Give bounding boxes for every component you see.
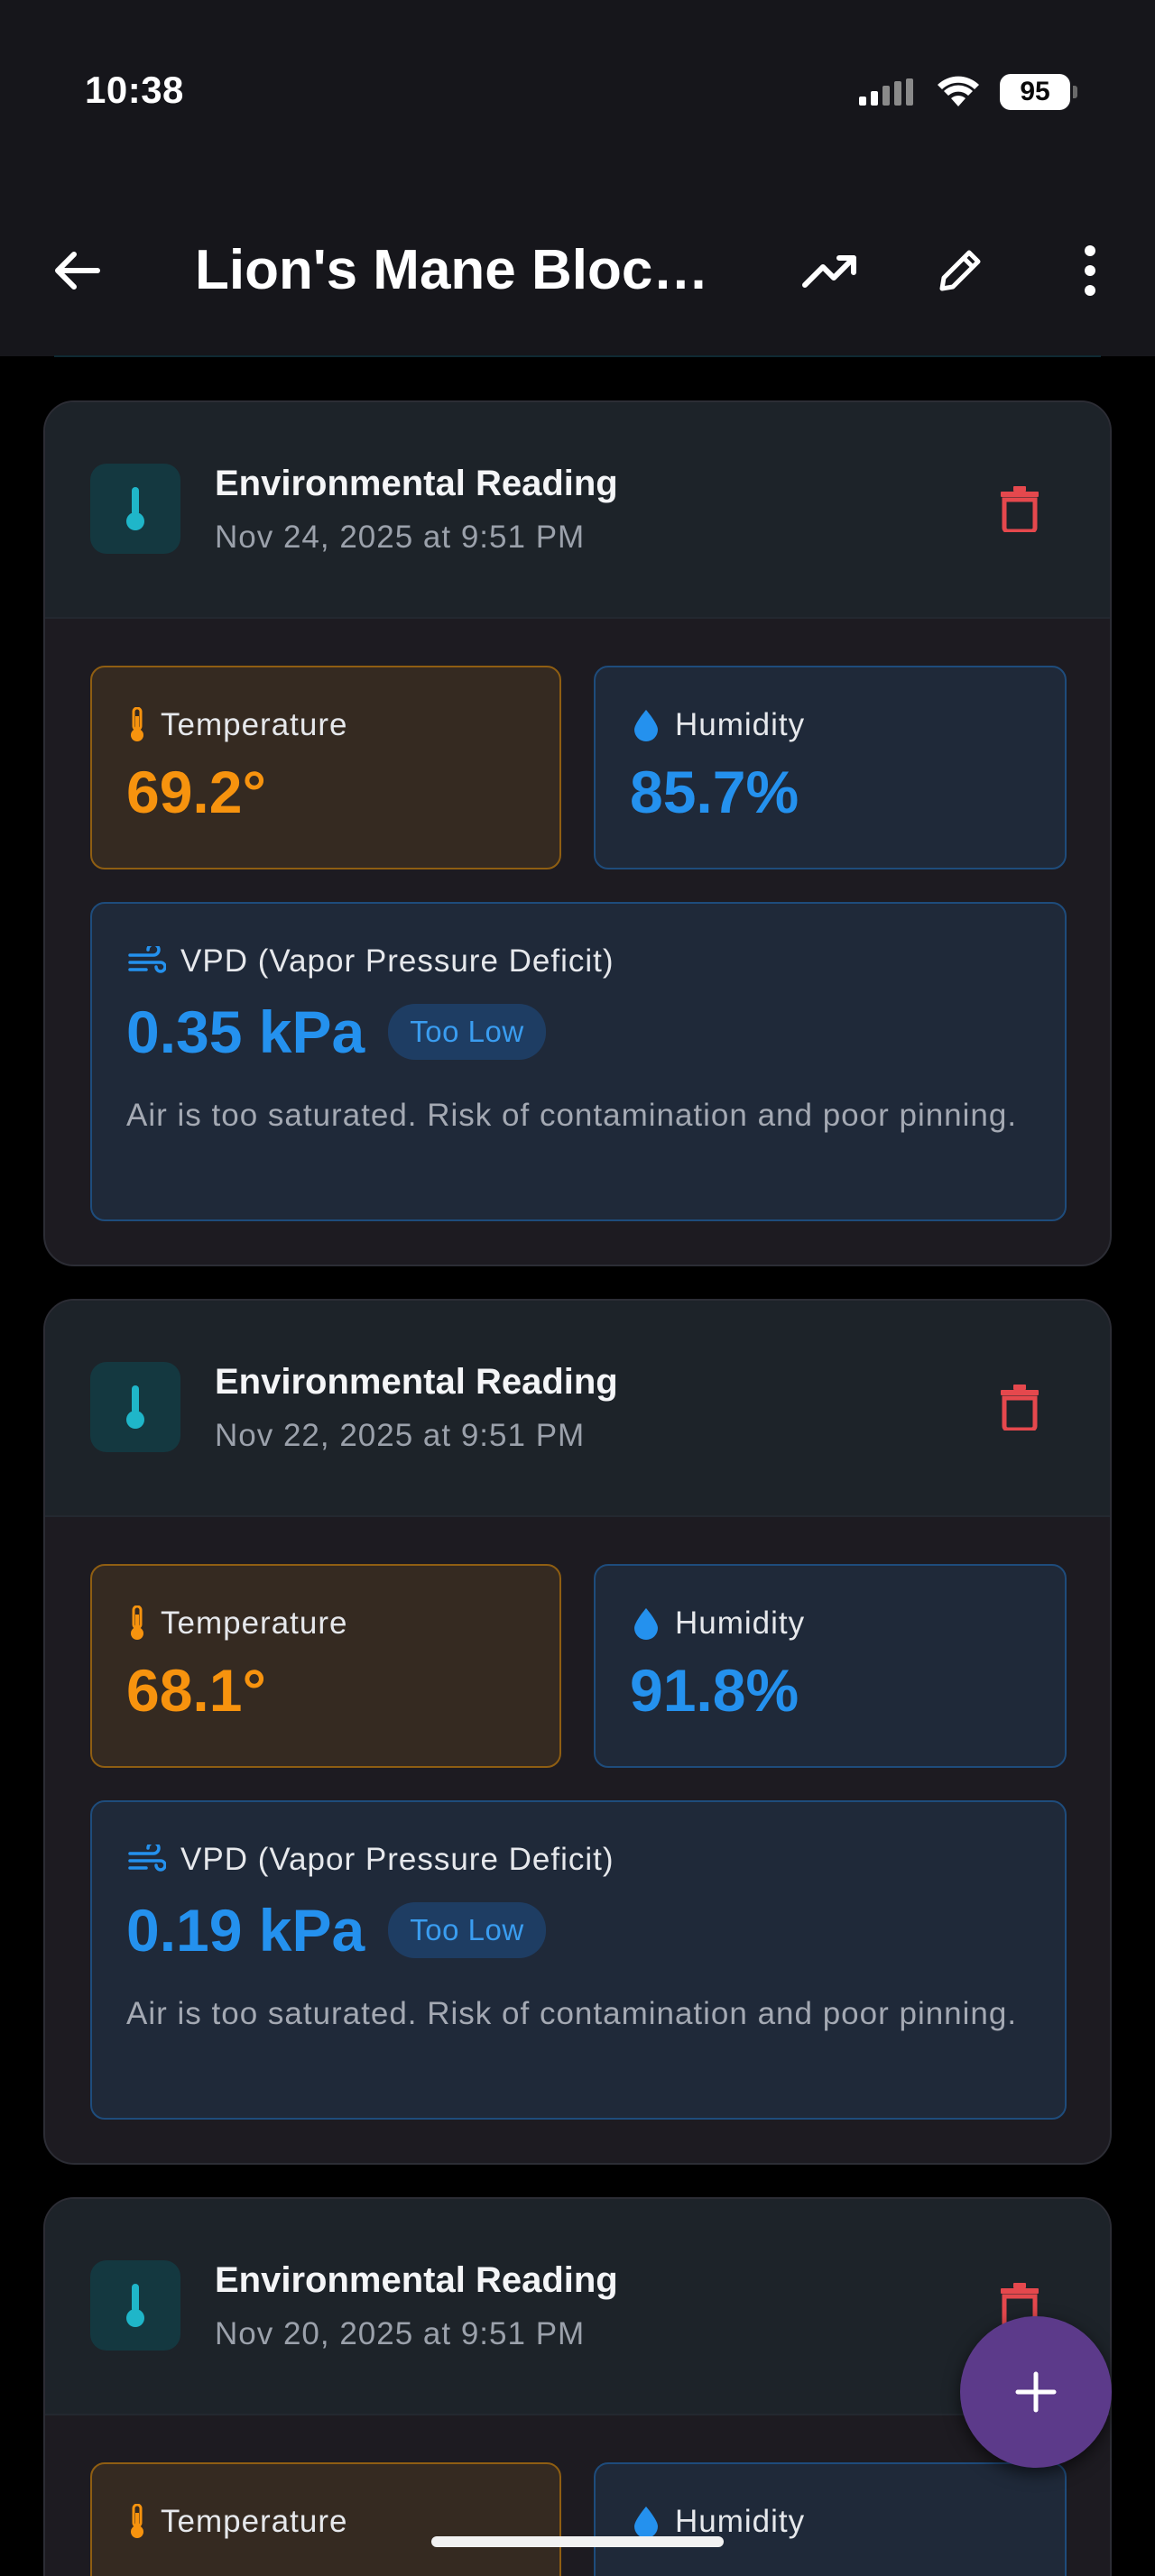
wind-icon: [128, 1845, 166, 1872]
arrow-left-icon: [55, 252, 100, 290]
thermometer-icon: [131, 2504, 143, 2538]
humidity-tile: Humidity 91.8%: [594, 1564, 1067, 1768]
page-title: Lion's Mane Block…: [195, 239, 718, 301]
vpd-tile: VPD (Vapor Pressure Deficit) 0.35 kPa To…: [90, 902, 1067, 1221]
thermometer-icon: [126, 2284, 144, 2327]
water-drop-icon: [634, 2507, 658, 2538]
thermometer-badge: [90, 1362, 180, 1452]
reading-card: Environmental Reading Nov 20, 2025 at 9:…: [43, 2197, 1112, 2576]
vpd-description: Air is too saturated. Risk of contaminat…: [126, 1996, 1018, 2031]
battery-icon: 95: [1000, 74, 1077, 110]
wind-icon: [128, 946, 166, 973]
more-menu-button[interactable]: [1058, 238, 1123, 303]
vpd-status-badge: Too Low: [388, 1004, 546, 1060]
humidity-tile: Humidity: [594, 2462, 1067, 2576]
back-button[interactable]: [45, 239, 108, 302]
thermometer-icon: [131, 1605, 143, 1640]
temperature-value: 68.1°: [126, 1657, 266, 1724]
top-bar: 10:38 95 Lion's Mane Block…: [0, 0, 1155, 357]
delete-button[interactable]: [985, 474, 1054, 543]
thermometer-icon: [131, 707, 143, 741]
humidity-value: 91.8%: [630, 1657, 799, 1724]
humidity-label: Humidity: [675, 2504, 806, 2539]
trash-icon: [1001, 1385, 1039, 1431]
vpd-description: Air is too saturated. Risk of contaminat…: [126, 1098, 1018, 1133]
reading-card: Environmental Reading Nov 24, 2025 at 9:…: [43, 400, 1112, 1266]
thermometer-icon: [126, 1385, 144, 1429]
humidity-value: 85.7%: [630, 759, 799, 825]
trash-icon: [1001, 486, 1039, 532]
reading-card: Environmental Reading Nov 22, 2025 at 9:…: [43, 1299, 1112, 2165]
water-drop-icon: [634, 710, 658, 741]
humidity-label: Humidity: [675, 707, 806, 742]
reading-card-header: Environmental Reading Nov 24, 2025 at 9:…: [45, 402, 1110, 619]
pencil-icon: [939, 250, 981, 291]
vpd-tile: VPD (Vapor Pressure Deficit) 0.19 kPa To…: [90, 1800, 1067, 2120]
vpd-status-badge: Too Low: [388, 1902, 546, 1958]
delete-button[interactable]: [985, 1373, 1054, 1441]
temperature-label: Temperature: [161, 2504, 348, 2539]
reading-card-header: Environmental Reading Nov 20, 2025 at 9:…: [45, 2199, 1110, 2415]
reading-title: Environmental Reading: [215, 464, 618, 503]
temperature-label: Temperature: [161, 1605, 348, 1641]
temperature-tile: Temperature 69.2°: [90, 666, 561, 869]
thermometer-badge: [90, 2260, 180, 2351]
edit-button[interactable]: [928, 238, 993, 303]
add-reading-button[interactable]: [960, 2316, 1112, 2468]
vpd-label: VPD (Vapor Pressure Deficit): [180, 943, 614, 979]
status-time: 10:38: [85, 69, 184, 111]
thermometer-icon: [126, 487, 144, 530]
more-vertical-icon: [1085, 245, 1095, 296]
signal-icon: [859, 78, 913, 106]
reading-date: Nov 20, 2025 at 9:51 PM: [215, 2316, 586, 2351]
temperature-value: 69.2°: [126, 759, 266, 825]
reading-card-header: Environmental Reading Nov 22, 2025 at 9:…: [45, 1301, 1110, 1517]
wifi-icon: [938, 76, 979, 106]
thermometer-badge: [90, 464, 180, 554]
reading-date: Nov 24, 2025 at 9:51 PM: [215, 520, 586, 555]
plus-icon: [1015, 2371, 1057, 2413]
temperature-label: Temperature: [161, 707, 348, 742]
vpd-label: VPD (Vapor Pressure Deficit): [180, 1842, 614, 1877]
status-icons: 95: [859, 72, 1077, 112]
vpd-value: 0.35 kPa: [126, 998, 365, 1065]
trending-up-icon: [802, 255, 856, 288]
reading-date: Nov 22, 2025 at 9:51 PM: [215, 1418, 586, 1453]
vpd-value: 0.19 kPa: [126, 1897, 365, 1964]
trends-button[interactable]: [798, 238, 863, 303]
water-drop-icon: [634, 1608, 658, 1640]
humidity-label: Humidity: [675, 1605, 806, 1641]
temperature-tile: Temperature: [90, 2462, 561, 2576]
humidity-tile: Humidity 85.7%: [594, 666, 1067, 869]
reading-title: Environmental Reading: [215, 1362, 618, 1402]
reading-title: Environmental Reading: [215, 2260, 618, 2300]
temperature-tile: Temperature 68.1°: [90, 1564, 561, 1768]
home-indicator[interactable]: [431, 2536, 724, 2547]
